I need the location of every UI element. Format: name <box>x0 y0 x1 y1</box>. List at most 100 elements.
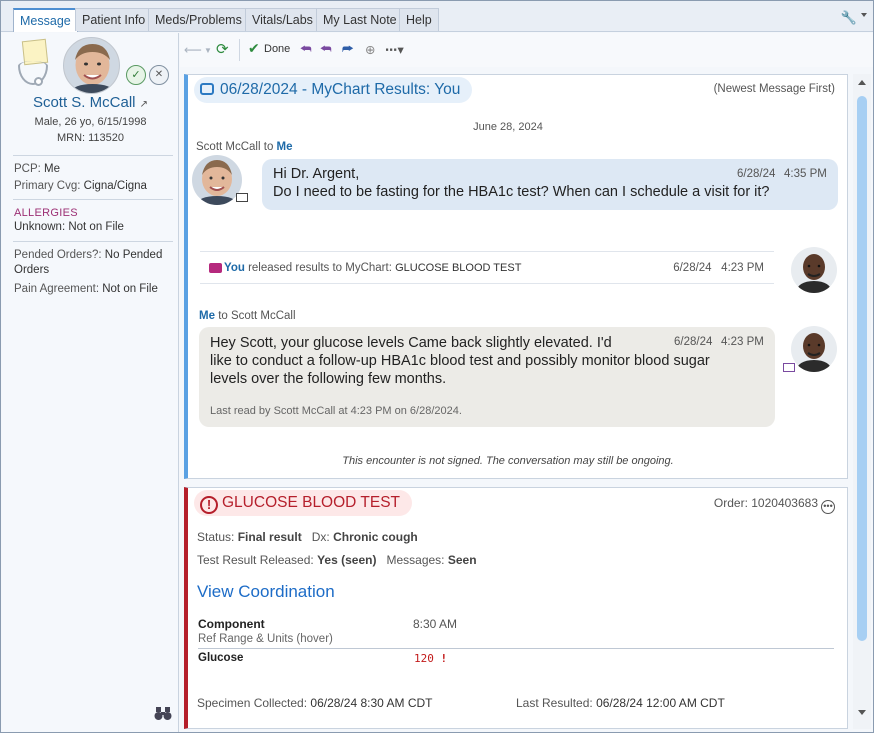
scroll-up-icon[interactable] <box>858 80 866 85</box>
sort-order-label[interactable]: (Newest Message First) <box>714 83 835 95</box>
pcp-row: PCP: Me <box>14 162 174 177</box>
recipient-name: Me <box>276 141 293 153</box>
pain-value: Not on File <box>102 283 158 295</box>
tab-meds-problems[interactable]: Meds/Problems <box>148 8 249 31</box>
pended-label: Pended Orders?: <box>14 249 102 261</box>
release-event-row[interactable]: You released results to MyChart: GLUCOSE… <box>200 251 774 284</box>
tab-help[interactable]: Help <box>399 8 439 31</box>
patient-avatar[interactable] <box>63 37 120 94</box>
chevron-down-icon[interactable]: ▼ <box>204 46 212 55</box>
divider <box>13 155 173 156</box>
tab-message[interactable]: Message <box>13 8 78 32</box>
result-panel: ! GLUCOSE BLOOD TEST Order: 1020403683 •••… <box>184 487 848 729</box>
app-window: Message Patient Info Meds/Problems Vital… <box>0 0 874 733</box>
release-text: You released results to MyChart: GLUCOSE… <box>224 262 521 274</box>
wrench-icon[interactable]: 🔧 <box>841 10 857 26</box>
patient-demographics: Male, 26 yo, 6/15/1998 <box>34 116 147 128</box>
vertical-scrollbar[interactable] <box>853 74 871 729</box>
tab-bar: Message Patient Info Meds/Problems Vital… <box>1 1 873 32</box>
time-header: 8:30 AM <box>413 617 458 631</box>
allergy-value: Not on File <box>68 221 124 233</box>
tab-my-last-note[interactable]: My Last Note <box>316 8 404 31</box>
alert-circle-icon: ! <box>200 496 218 514</box>
reply-icon[interactable]: ⮪ <box>300 42 312 57</box>
release-date: 6/28/24 <box>673 262 712 274</box>
sender-name: Me <box>199 310 215 322</box>
pain-agreement-row: Pain Agreement: Not on File <box>14 282 174 297</box>
release-row: Test Result Released: Yes (seen) Message… <box>197 553 477 567</box>
order-number: Order: 1020403683 ••• <box>714 496 835 514</box>
back-icon[interactable]: ⟵ <box>184 42 202 57</box>
scrollbar-thumb[interactable] <box>857 96 867 641</box>
stethoscope-icon <box>18 61 48 85</box>
dx-value: Chronic cough <box>333 530 418 544</box>
coverage-label: Primary Cvg: <box>14 180 81 192</box>
chevron-down-icon[interactable] <box>861 13 867 17</box>
last-resulted-label: Last Resulted: <box>516 696 593 710</box>
message-body-line: levels over the following few months. <box>210 371 447 387</box>
zoom-icon[interactable]: ⊕ <box>365 42 375 57</box>
unsigned-note: This encounter is not signed. The conver… <box>342 455 674 467</box>
sender-line: Scott McCall to Me <box>196 141 293 153</box>
patient-name[interactable]: Scott S. McCall ↗ <box>2 94 179 111</box>
sender-line: Me to Scott McCall <box>199 310 296 322</box>
message-title: 06/28/2024 - MyChart Results: You <box>194 77 473 103</box>
release-test-name: GLUCOSE BLOOD TEST <box>395 262 522 274</box>
last-resulted-value: 06/28/24 12:00 AM CDT <box>596 696 725 710</box>
messages-value: Seen <box>447 553 477 567</box>
tab-vitals-labs[interactable]: Vitals/Labs <box>245 8 320 31</box>
binoculars-icon[interactable] <box>154 705 172 721</box>
message-title-text: 06/28/2024 - MyChart Results: You <box>220 81 461 98</box>
more-icon[interactable]: ⋯▾ <box>385 42 404 57</box>
patient-name-text[interactable]: Scott S. McCall <box>33 94 136 111</box>
ref-range-header[interactable]: Ref Range & Units (hover) <box>198 633 333 645</box>
release-timestamp: 6/28/24 4:23 PM <box>673 262 764 274</box>
allergies-header[interactable]: ALLERGIES <box>14 206 174 221</box>
message-time: 4:35 PM <box>784 168 827 180</box>
sender-to-word: to <box>263 141 274 153</box>
last-read-status: Last read by Scott McCall at 4:23 PM on … <box>210 405 462 417</box>
status-value: Final result <box>237 530 302 544</box>
glucose-value: 120 <box>414 652 434 665</box>
result-title-text: GLUCOSE BLOOD TEST <box>222 494 401 511</box>
toolbar-separator <box>239 39 240 61</box>
pcp-label: PCP: <box>14 163 41 175</box>
allergy-row: Unknown: Not on File <box>14 220 174 235</box>
refresh-icon[interactable]: ⟳ <box>216 40 229 58</box>
stethoscope-chestpiece <box>34 77 43 86</box>
message-time: 4:23 PM <box>721 336 764 348</box>
checkmark-icon[interactable]: ✔ <box>248 40 260 57</box>
mychart-check-icon[interactable]: ✓ <box>126 65 146 85</box>
allergy-label: Unknown: <box>14 221 66 233</box>
patient-mrn: MRN: 113520 <box>56 132 125 144</box>
component-header: Component <box>198 617 265 631</box>
forward-icon[interactable]: ⮫ <box>342 42 354 57</box>
date-header: June 28, 2024 <box>473 121 543 133</box>
message-icon <box>200 83 214 95</box>
order-text: Order: 1020403683 <box>713 496 818 510</box>
message-panel: 06/28/2024 - MyChart Results: You (Newes… <box>184 74 848 479</box>
pended-orders-row: Pended Orders?: No Pended Orders <box>14 248 174 278</box>
pcp-value: Me <box>44 163 61 175</box>
specimen-collected: Specimen Collected: 06/28/24 8:30 AM CDT <box>197 696 432 710</box>
mychart-x-icon[interactable]: ✕ <box>149 65 169 85</box>
release-actor: You <box>224 262 245 274</box>
message-body-line: Hey Scott, your glucose levels Came back… <box>210 335 612 351</box>
scroll-down-icon[interactable] <box>858 710 866 715</box>
incoming-message-bubble[interactable]: Hi Dr. Argent, Do I need to be fasting f… <box>262 159 838 210</box>
outgoing-message-bubble[interactable]: Hey Scott, your glucose levels Came back… <box>199 327 775 427</box>
message-date: 6/28/24 <box>674 336 713 348</box>
reply-all-icon[interactable]: ⮪ <box>320 42 332 57</box>
done-button[interactable]: Done <box>264 43 290 55</box>
view-coordination-link[interactable]: View Coordination <box>197 582 335 602</box>
specimen-value: 06/28/24 8:30 AM CDT <box>310 696 433 710</box>
more-icon[interactable]: ••• <box>821 500 835 514</box>
dx-label: Dx: <box>311 530 330 544</box>
tab-patient-info[interactable]: Patient Info <box>75 8 153 31</box>
mail-icon <box>236 193 248 202</box>
mail-icon <box>783 363 795 372</box>
status-label: Status: <box>197 530 235 544</box>
link-icon[interactable]: ↗ <box>140 99 148 110</box>
status-row: Status: Final result Dx: Chronic cough <box>197 530 418 544</box>
provider-avatar <box>791 247 837 293</box>
